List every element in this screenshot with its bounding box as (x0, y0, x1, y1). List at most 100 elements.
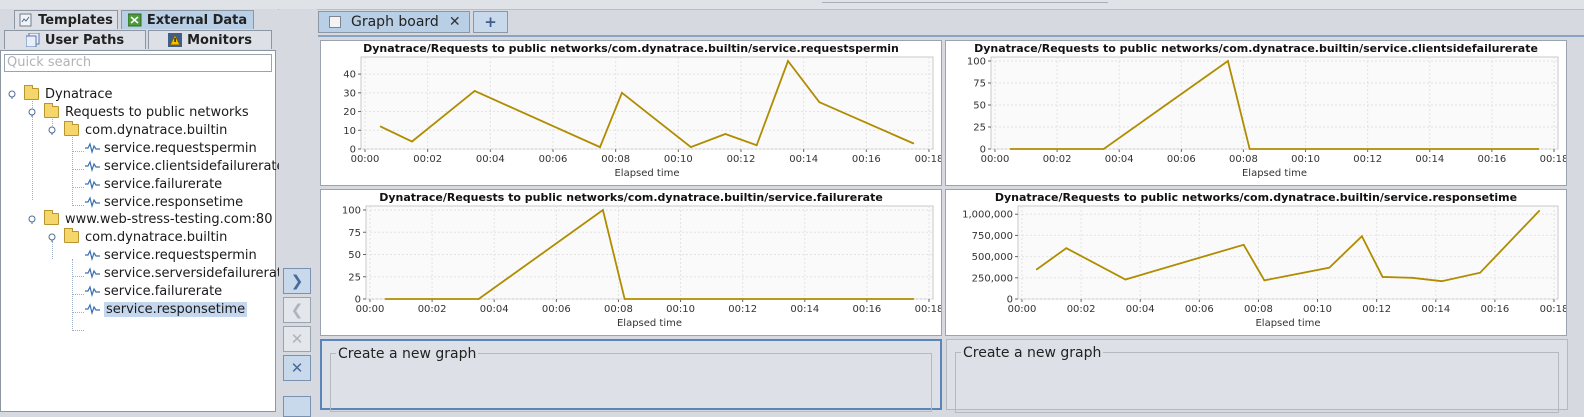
x-tick-label: 00:04 (1126, 304, 1155, 315)
data-point (1360, 235, 1363, 238)
x-tick-label: 00:08 (604, 304, 633, 315)
chart-title: Dynatrace/Requests to public networks/co… (974, 42, 1538, 55)
user-paths-icon (25, 32, 40, 48)
tree-leaf-metric[interactable]: service.failurerate (85, 282, 222, 300)
expand-handle-icon[interactable] (48, 233, 57, 242)
tree-leaf-metric[interactable]: service.requestspermin (85, 246, 257, 264)
add-tab-button[interactable]: + (473, 11, 508, 33)
tab-monitors-label: Monitors (187, 32, 252, 48)
data-point (1381, 276, 1384, 278)
x-tick-label: 00:06 (539, 154, 568, 165)
tab-templates[interactable]: Templates (14, 10, 118, 29)
x-tick-label: 00:02 (1067, 304, 1096, 315)
y-tick-label: 25 (973, 123, 986, 134)
new-graph-frame (955, 352, 1559, 413)
x-axis-label: Elapsed time (1255, 318, 1320, 329)
x-axis-label: Elapsed time (614, 168, 679, 179)
tree-node-package[interactable]: com.dynatrace.builtin (64, 121, 227, 139)
chart-requestspermin[interactable]: Dynatrace/Requests to public networks/co… (320, 40, 942, 186)
tree-node-group[interactable]: www.web-stress-testing.com:80 (44, 210, 272, 228)
tab-monitors[interactable]: Monitors (148, 30, 272, 49)
delete-button[interactable]: ✕ (283, 326, 311, 352)
metric-wave-icon (85, 178, 100, 190)
data-point (1440, 280, 1443, 283)
close-icon: ✕ (290, 330, 304, 348)
chart-responsetime[interactable]: Dynatrace/Requests to public networks/co… (945, 189, 1567, 336)
y-tick-label: 100 (342, 206, 361, 217)
y-tick-label: 100 (967, 57, 986, 68)
chart-failurerate[interactable]: Dynatrace/Requests to public networks/co… (320, 189, 942, 336)
expand-handle-icon[interactable] (28, 215, 37, 224)
folder-icon (44, 103, 59, 118)
tree-node-group[interactable]: Requests to public networks (44, 103, 249, 121)
chevron-right-icon: ❯ (290, 272, 304, 290)
data-point (818, 101, 821, 104)
y-tick-label: 0 (355, 295, 361, 306)
tab-external-data[interactable]: External Data (121, 10, 254, 29)
tree-node-package[interactable]: com.dynatrace.builtin (64, 228, 227, 246)
tree-leaf-metric[interactable]: service.requestspermin (85, 139, 257, 157)
delete-all-button[interactable]: ✕ (283, 355, 311, 381)
x-tick-label: 00:04 (480, 304, 509, 315)
new-graph-slot-right[interactable]: Create a new graph (946, 339, 1568, 413)
data-point (912, 142, 915, 145)
x-tick-label: 00:12 (1362, 304, 1391, 315)
tree-node-dynatrace[interactable]: Dynatrace (24, 85, 112, 103)
tab-graph-board-label: Graph board (351, 14, 439, 30)
data-point (724, 133, 727, 135)
tree-leaf-metric[interactable]: service.responsetime (85, 193, 243, 211)
metric-wave-icon (85, 249, 100, 261)
x-tick-label: 00:02 (418, 304, 447, 315)
tree-connector (72, 259, 73, 331)
tree-connector (72, 151, 84, 152)
tree-leaf-metric[interactable]: service.failurerate (85, 175, 222, 193)
x-tick-label: 00:18 (1540, 304, 1566, 315)
x-tick-label: 00:14 (1415, 154, 1444, 165)
metric-wave-icon (85, 303, 100, 315)
top-divider (822, 0, 1108, 3)
y-tick-label: 25 (348, 272, 361, 283)
chart-clientsidefailurerate[interactable]: Dynatrace/Requests to public networks/co… (945, 40, 1567, 186)
x-tick-label: 00:10 (666, 304, 695, 315)
add-to-graph-button[interactable]: ❯ (283, 268, 311, 294)
tree-connector (72, 169, 84, 170)
tree-node-label: service.responsetime (104, 194, 244, 210)
data-point (1124, 278, 1127, 281)
x-tick-label: 00:08 (601, 154, 630, 165)
y-tick-label: 20 (343, 107, 356, 118)
x-tick-label: 00:18 (1540, 154, 1566, 165)
x-tick-label: 00:06 (542, 304, 571, 315)
data-point (787, 60, 789, 62)
more-button[interactable] (283, 396, 311, 417)
x-tick-label: 00:10 (1291, 154, 1320, 165)
tree-leaf-metric[interactable]: service.clientsidefailurerate (85, 157, 285, 175)
remove-from-graph-button[interactable]: ❮ (283, 297, 311, 323)
expand-handle-icon[interactable] (28, 108, 37, 117)
data-point (477, 298, 480, 300)
tree-node-label: service.clientsidefailurerate (104, 158, 285, 174)
metric-wave-icon (85, 285, 100, 297)
metric-wave-icon (85, 160, 100, 172)
tab-graph-board[interactable]: Graph board ✕ (318, 11, 470, 33)
x-tick-label: 00:06 (1185, 304, 1214, 315)
x-tick-label: 00:18 (915, 154, 941, 165)
tree-leaf-metric-selected[interactable]: service.responsetime (85, 300, 248, 318)
y-tick-label: 0 (980, 145, 986, 156)
data-point (1538, 209, 1541, 212)
tree-connector (72, 134, 73, 206)
quick-search-input[interactable]: Quick search (4, 54, 272, 72)
close-tab-icon[interactable]: ✕ (449, 14, 461, 30)
data-point (384, 298, 387, 300)
folder-icon (24, 85, 39, 100)
expand-handle-icon[interactable] (8, 90, 17, 99)
data-point (1227, 60, 1229, 62)
tree-node-label: service.serversidefailurerate (104, 265, 290, 281)
plot-area (990, 56, 1559, 150)
x-tick-label: 00:16 (852, 304, 881, 315)
x-tick-label: 00:14 (790, 304, 819, 315)
new-graph-slot-left[interactable]: Create a new graph (320, 339, 942, 412)
graph-board-icon (329, 16, 341, 28)
expand-handle-icon[interactable] (48, 126, 57, 135)
tree-leaf-metric[interactable]: service.serversidefailurerate (85, 264, 290, 282)
tab-user-paths[interactable]: User Paths (4, 30, 146, 49)
